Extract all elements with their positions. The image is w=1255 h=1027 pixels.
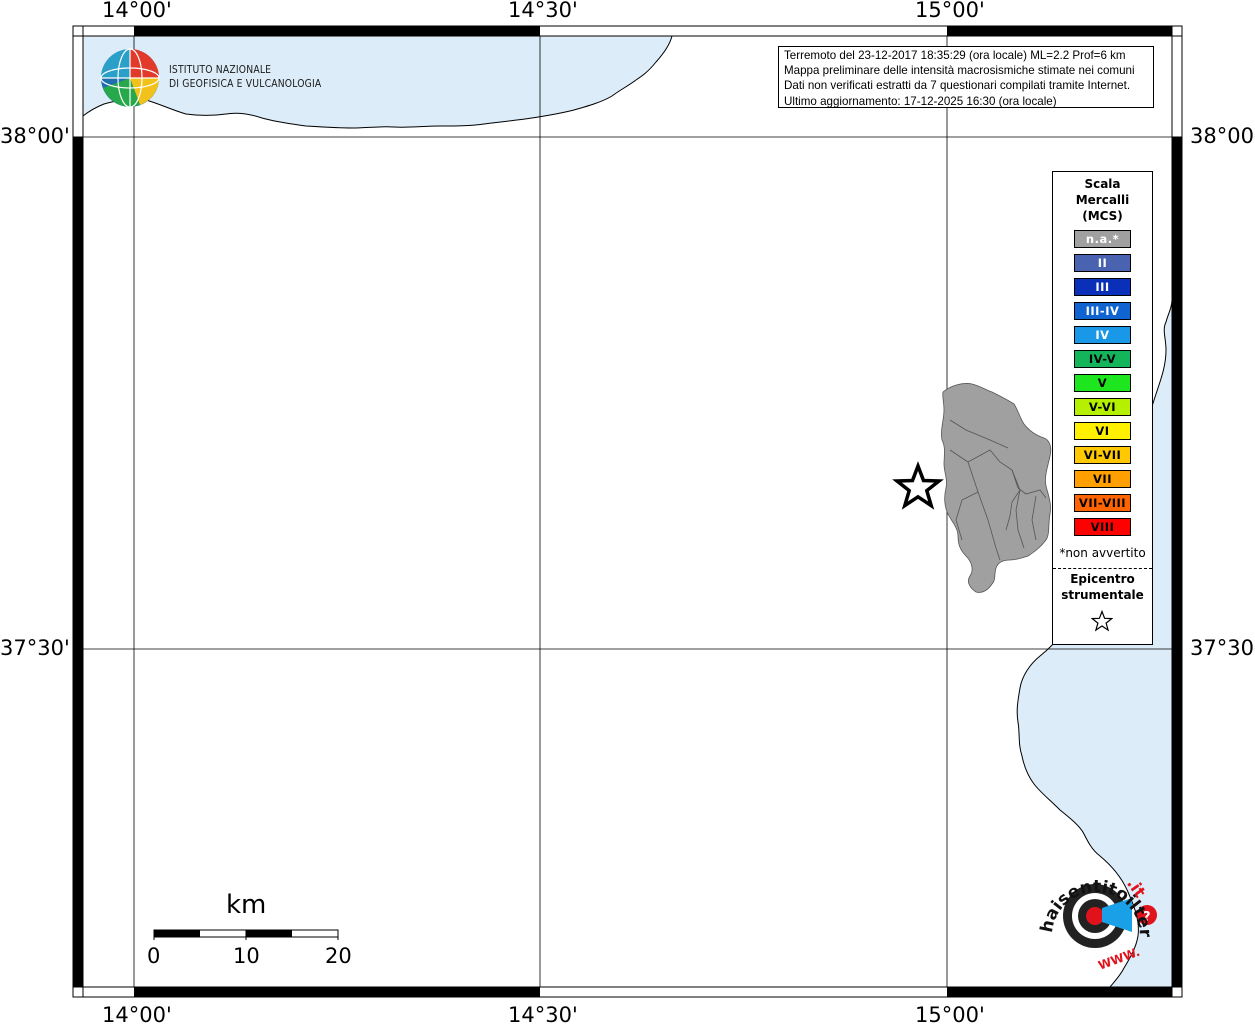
legend-title: Scala Mercalli (MCS) bbox=[1053, 177, 1152, 224]
lat-label-left-1: 38°00' bbox=[0, 124, 70, 148]
legend-swatch: VI bbox=[1074, 422, 1131, 440]
legend-swatch: III bbox=[1074, 278, 1131, 296]
star-icon bbox=[1091, 610, 1113, 632]
lon-label-top-1: 14°00' bbox=[102, 0, 172, 22]
legend-swatch: IV bbox=[1074, 326, 1131, 344]
lon-label-bottom-3: 15°00' bbox=[915, 1003, 985, 1027]
event-info-line4: Ultimo aggiornamento: 17-12-2025 16:30 (… bbox=[784, 94, 1057, 108]
event-info-line1: Terremoto del 23-12-2017 18:35:29 (ora l… bbox=[784, 49, 1126, 62]
lon-label-bottom-1: 14°00' bbox=[102, 1003, 172, 1027]
legend-not-felt-note: *non avvertito bbox=[1059, 546, 1146, 560]
ingv-globe-logo bbox=[100, 48, 160, 108]
legend-swatch: III-IV bbox=[1074, 302, 1131, 320]
legend-swatch: IV-V bbox=[1074, 350, 1131, 368]
lon-label-top-2: 14°30' bbox=[508, 0, 578, 22]
event-info-line2: Mappa preliminare delle intensità macros… bbox=[784, 64, 1135, 78]
legend-swatch: II bbox=[1074, 254, 1131, 272]
mcs-legend: Scala Mercalli (MCS) n.a.* II III III-IV IV I… bbox=[1052, 171, 1153, 645]
event-info-line3: Dati non verificati estratti da 7 questi… bbox=[784, 79, 1131, 93]
lon-label-top-3: 15°00' bbox=[915, 0, 985, 22]
event-info-box: Terremoto del 23-12-2017 18:35:29 (ora l… bbox=[778, 46, 1154, 108]
lon-label-bottom-2: 14°30' bbox=[508, 1003, 578, 1027]
scale-bar-tick-20: 20 bbox=[325, 944, 352, 968]
legend-separator bbox=[1053, 568, 1152, 569]
legend-title-line3: (MCS) bbox=[1082, 208, 1123, 223]
lat-label-right-2: 37°30' bbox=[1190, 636, 1255, 660]
legend-title-line2: Mercalli bbox=[1075, 192, 1130, 207]
legend-swatch: n.a.* bbox=[1074, 230, 1131, 248]
scale-bar-tick-10: 10 bbox=[233, 944, 260, 968]
scale-bar-tick-0: 0 bbox=[147, 944, 161, 968]
legend-swatch: VIII bbox=[1074, 518, 1131, 536]
legend-epicenter-line2: strumentale bbox=[1061, 587, 1144, 602]
lat-label-right-1: 38°00' bbox=[1190, 124, 1255, 148]
legend-swatch: VII-VIII bbox=[1074, 494, 1131, 512]
legend-swatch: V bbox=[1074, 374, 1131, 392]
scale-bar-unit: km bbox=[226, 890, 267, 920]
institute-name: ISTITUTO NAZIONALE DI GEOFISICA E VULCAN… bbox=[169, 63, 321, 91]
legend-swatch: VII bbox=[1074, 470, 1131, 488]
institute-name-line2: DI GEOFISICA E VULCANOLOGIA bbox=[169, 78, 322, 90]
institute-name-line1: ISTITUTO NAZIONALE bbox=[169, 64, 272, 76]
legend-swatch: VI-VII bbox=[1074, 446, 1131, 464]
legend-epicenter-title: Epicentro strumentale bbox=[1053, 572, 1152, 604]
lat-label-left-2: 37°30' bbox=[0, 636, 70, 660]
legend-swatch: V-VI bbox=[1074, 398, 1131, 416]
legend-epicenter-line1: Epicentro bbox=[1070, 572, 1135, 586]
legend-title-line1: Scala bbox=[1084, 177, 1121, 191]
